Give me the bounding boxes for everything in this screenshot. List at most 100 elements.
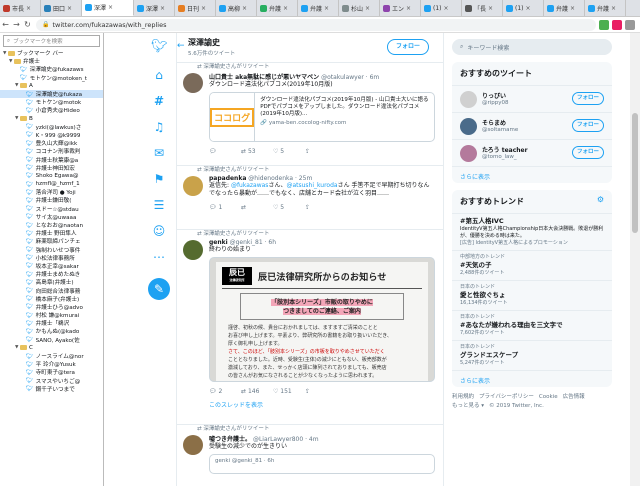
bookmark-item[interactable]: 🐦︎ Shoko Egawa@: [0, 172, 103, 180]
bookmarks-icon[interactable]: ⚑: [151, 171, 167, 187]
explore-hashtag-icon[interactable]: #: [151, 93, 167, 109]
extension-icon[interactable]: [612, 19, 622, 30]
bookmark-search-input[interactable]: ⌕ ブックマークを検索: [3, 35, 100, 47]
bookmark-item[interactable]: 🐦︎ サイ太@uwaaa: [0, 213, 103, 221]
browser-tab[interactable]: 弁護 ×: [257, 0, 298, 16]
extension-icon[interactable]: [599, 19, 609, 30]
bookmark-item[interactable]: 🐦︎ hzmfl@_hzmf_1: [0, 180, 103, 188]
close-icon[interactable]: ×: [611, 5, 616, 12]
bookmark-item[interactable]: 🐦︎ 弁護士まめたぬき: [0, 270, 103, 279]
back-arrow-icon[interactable]: ←: [177, 41, 185, 51]
bookmark-item[interactable]: 🐦︎ ノースライム@nor: [0, 352, 103, 361]
bookmark-item[interactable]: 🐦︎ 高島章(弁護士): [0, 278, 103, 287]
follow-button[interactable]: フォロー: [572, 146, 604, 159]
bookmark-item[interactable]: 🐦︎ yzki(@lawkus)さ: [0, 123, 103, 131]
show-more-link[interactable]: さらに表示: [452, 371, 612, 387]
bookmark-item[interactable]: 🐦︎ 村松 謙@kmurai: [0, 311, 103, 320]
gear-icon[interactable]: ⚙: [597, 195, 604, 204]
like-icon[interactable]: ♡ 5: [273, 204, 305, 211]
bookmark-folder[interactable]: ▼ 弁護士: [0, 57, 103, 65]
notifications-bell-icon[interactable]: ♫: [151, 119, 167, 135]
trend-item[interactable]: 日本のトレンド 愛と性欲ぐちょ 16,134件のツイート: [452, 281, 612, 311]
tweet[interactable]: ⇄ 深澤諭史さんがリツイート genki @genki_81 · 6h 終わりの…: [177, 230, 443, 425]
close-icon[interactable]: ×: [570, 5, 575, 12]
footer-link[interactable]: プライバシーポリシー: [479, 394, 534, 400]
footer-link[interactable]: 広告情報: [563, 394, 585, 400]
browser-tab[interactable]: 市長 ×: [0, 0, 41, 16]
close-icon[interactable]: ×: [324, 5, 329, 12]
twitter-bird-icon[interactable]: 🐦︎: [151, 39, 168, 55]
tweet-author-name[interactable]: 嘘つき弁護士。: [209, 436, 251, 443]
share-icon[interactable]: ⇪: [305, 204, 337, 211]
bookmark-item[interactable]: 🐦︎ 麻薬取締パンチェ: [0, 237, 103, 246]
bookmark-item[interactable]: 🐦︎ 弁護士「鵜沢: [0, 319, 103, 328]
bookmark-item[interactable]: 🐦︎ スドー☆@stdau: [0, 205, 103, 213]
browser-tab[interactable]: 「長 ×: [462, 0, 503, 16]
suggested-account[interactable]: たろう teacher @tomo_law_ フォロー: [452, 140, 612, 167]
link-card[interactable]: ココログ ダウンロード違法化パブコメ(2019年10月版) - 山口貴士大いに語…: [209, 92, 435, 142]
follow-button[interactable]: フォロー: [387, 39, 429, 55]
twitter-search-input[interactable]: ⌕ キーワード検索: [452, 39, 612, 55]
bookmark-folder[interactable]: ▼ ブックマーク バー: [0, 49, 103, 57]
bookmark-item[interactable]: 🐦︎ 深澤諭史@fukaza: [0, 89, 103, 99]
suggested-account[interactable]: りっぴい @rippy08 フォロー: [452, 86, 612, 113]
reply-icon[interactable]: 💬︎ 1: [209, 204, 241, 211]
bookmark-item[interactable]: 🐦︎ 坂本正幸@sakar: [0, 262, 103, 270]
bookmark-item[interactable]: 🐦︎ 深澤諭史@fukazaws: [0, 65, 103, 74]
like-icon[interactable]: ♡ 151: [273, 388, 305, 395]
bookmark-item[interactable]: 🐦︎ 落合洋司 ● Yoji: [0, 188, 103, 197]
home-icon[interactable]: ⌂: [151, 67, 167, 83]
bookmark-item[interactable]: 🐦︎ 鋼千子いつまで: [0, 385, 103, 393]
like-icon[interactable]: ♡ 5: [273, 148, 305, 155]
forward-arrow-icon[interactable]: →: [11, 20, 22, 29]
bookmark-item[interactable]: 🐦︎ 弁護士ひろ@advo: [0, 303, 103, 311]
bookmark-item[interactable]: 🐦︎ 弁護士秋葉康@a: [0, 155, 103, 164]
bookmark-item[interactable]: 🐦︎ 小松法律事務所: [0, 254, 103, 262]
bookmark-item[interactable]: 🐦︎ ココナン刑事裁判: [0, 147, 103, 156]
bookmark-item[interactable]: 🐦︎ 平 玲介@Yusuk: [0, 360, 103, 369]
bookmark-item[interactable]: 🐦︎ かもんぬ(@kado: [0, 327, 103, 336]
bookmark-item[interactable]: 🐦︎ モトケン@motok: [0, 98, 103, 107]
bookmark-item[interactable]: 🐦︎ 弁護士鎌田敬(: [0, 196, 103, 205]
trend-item[interactable]: 日本のトレンド グランドエスケープ 5,247件のツイート: [452, 341, 612, 371]
share-icon[interactable]: ⇪: [305, 148, 337, 155]
share-icon[interactable]: ⇪: [305, 388, 337, 395]
footer-link[interactable]: 利用規約: [452, 394, 474, 400]
bookmark-item[interactable]: 🐦︎ 寺町東子@tera: [0, 368, 103, 377]
avatar[interactable]: [183, 176, 203, 196]
more-icon[interactable]: ⋯: [151, 249, 167, 265]
avatar[interactable]: [183, 73, 203, 93]
retweet-icon[interactable]: ⇄: [241, 204, 273, 211]
close-icon[interactable]: ×: [444, 5, 449, 12]
show-more-link[interactable]: さらに表示: [452, 167, 612, 183]
close-icon[interactable]: ×: [26, 5, 31, 12]
back-arrow-icon[interactable]: ←: [0, 20, 11, 29]
trend-item[interactable]: 日本のトレンド #あなたが嫌われる理由を三文字で 7,602件のツイート: [452, 311, 612, 341]
close-icon[interactable]: ×: [283, 5, 288, 12]
tweet[interactable]: ⇄ 深澤諭史さんがリツイート papadenka @hidenodenka · …: [177, 166, 443, 230]
scrollbar[interactable]: [630, 33, 640, 486]
compose-tweet-button[interactable]: ✎: [148, 278, 170, 300]
bookmark-item[interactable]: 🐦︎ 橋本麻子(弁護士): [0, 295, 103, 303]
browser-tab[interactable]: 弁護 ×: [544, 0, 585, 16]
avatar[interactable]: [460, 118, 477, 135]
browser-tab[interactable]: 田口 ×: [41, 0, 82, 16]
bookmark-item[interactable]: 🐦︎ モトケン@motoken_t: [0, 74, 103, 82]
bookmark-folder[interactable]: ▼ B: [0, 115, 103, 123]
lists-icon[interactable]: ☰: [151, 197, 167, 213]
reply-icon[interactable]: 💬︎ 2: [209, 388, 241, 395]
close-icon[interactable]: ×: [365, 5, 370, 12]
bookmark-item[interactable]: 🐦︎ K・999 @k9999: [0, 131, 103, 139]
footer-link[interactable]: Cookie: [539, 394, 558, 400]
close-icon[interactable]: ×: [201, 5, 206, 12]
quoted-tweet[interactable]: genki @genki_81 · 6h: [209, 454, 435, 474]
show-thread-link[interactable]: このスレッドを表示: [177, 396, 443, 410]
browser-tab[interactable]: (1) ×: [421, 0, 462, 16]
retweet-icon[interactable]: ⇄ 53: [241, 148, 273, 155]
bookmark-folder[interactable]: ▼ A: [0, 82, 103, 90]
bookmark-item[interactable]: 🐦︎ 小倉秀夫@Hideo: [0, 106, 103, 115]
bookmark-item[interactable]: 🐦︎ SANO, Ayako(佐: [0, 336, 103, 344]
avatar[interactable]: [183, 240, 203, 260]
browser-tab[interactable]: (1) ×: [503, 0, 544, 16]
follow-button[interactable]: フォロー: [572, 92, 604, 105]
